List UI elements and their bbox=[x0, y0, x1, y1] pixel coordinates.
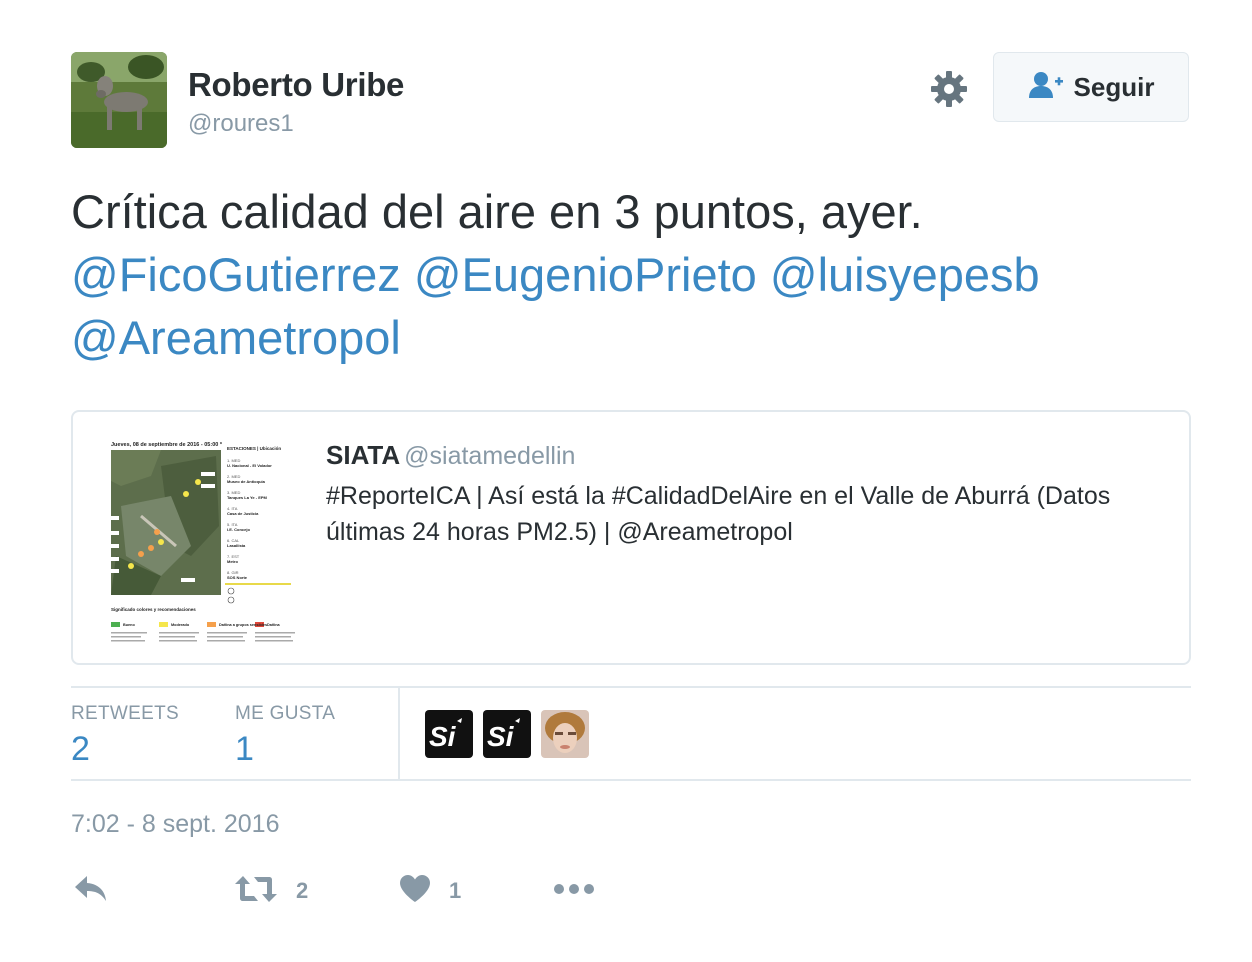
stations-header: ESTACIONES | Ubicación bbox=[227, 446, 281, 451]
retweets-label[interactable]: RETWEETS bbox=[71, 703, 179, 725]
tweet-text: Crítica calidad del aire en 3 puntos, ay… bbox=[71, 180, 1201, 369]
follow-label: Seguir bbox=[1073, 71, 1155, 102]
quoted-author-handle: @siatamedellin bbox=[404, 442, 576, 470]
retweeter-avatar[interactable]: Si bbox=[483, 710, 531, 758]
station-place: I.E. Concejo bbox=[227, 527, 250, 532]
quoted-tweet-card[interactable]: Jueves, 08 de septiembre de 2016 - 05:00… bbox=[71, 410, 1191, 665]
section-title: Significado colores y recomendaciones bbox=[111, 607, 196, 612]
svg-text:Si: Si bbox=[429, 721, 457, 752]
station-place: U. Nacional - El Volador bbox=[227, 463, 272, 468]
legend-label: Dañina bbox=[267, 623, 281, 627]
quoted-author-name: SIATA bbox=[326, 440, 401, 470]
likes-label[interactable]: ME GUSTA bbox=[235, 703, 335, 725]
more-icon[interactable] bbox=[553, 880, 595, 903]
retweet-icon[interactable] bbox=[234, 874, 278, 909]
like-count[interactable]: 1 bbox=[449, 878, 461, 904]
divider bbox=[398, 688, 400, 779]
liker-avatar[interactable] bbox=[541, 710, 589, 758]
quoted-tweet-text: #ReporteICA | Así está la #CalidadDelAir… bbox=[326, 482, 1111, 546]
divider bbox=[71, 779, 1191, 781]
follow-button[interactable]: Seguir bbox=[993, 52, 1189, 122]
heart-icon[interactable] bbox=[398, 873, 432, 908]
retweet-count[interactable]: 2 bbox=[296, 878, 308, 904]
tweet-body: Crítica calidad del aire en 3 puntos, ay… bbox=[71, 185, 923, 238]
author-handle[interactable]: @roures1 bbox=[188, 110, 294, 138]
station-place: Tanques La Ye - EPM bbox=[227, 495, 268, 500]
mention-link[interactable]: @Areametropol bbox=[71, 311, 401, 364]
legend-label: Dañina a grupos sensibles bbox=[219, 623, 267, 627]
author-name[interactable]: Roberto Uribe bbox=[188, 66, 404, 104]
tweet-timestamp[interactable]: 7:02 - 8 sept. 2016 bbox=[71, 810, 279, 839]
add-user-icon bbox=[1028, 71, 1064, 104]
reply-icon[interactable] bbox=[73, 874, 109, 909]
legend-label: Moderado bbox=[171, 623, 190, 627]
likes-count[interactable]: 1 bbox=[235, 730, 254, 769]
gear-icon[interactable] bbox=[929, 69, 969, 109]
station-place: Lasallista bbox=[227, 543, 246, 548]
mention-link[interactable]: @luisyepesb bbox=[770, 248, 1040, 301]
mention-link[interactable]: @EugenioPrieto bbox=[414, 248, 757, 301]
svg-text:Si: Si bbox=[487, 721, 515, 752]
quoted-author[interactable]: SIATA @siatamedellin bbox=[326, 440, 575, 471]
retweets-count[interactable]: 2 bbox=[71, 730, 90, 769]
retweeter-avatar[interactable]: Si bbox=[425, 710, 473, 758]
station-place: Museo de Antioquia bbox=[227, 479, 266, 484]
quoted-tweet-image[interactable]: Jueves, 08 de septiembre de 2016 - 05:00… bbox=[101, 436, 301, 644]
author-avatar[interactable] bbox=[71, 52, 167, 148]
station-place: Metro bbox=[227, 559, 238, 564]
mention-link[interactable]: @FicoGutierrez bbox=[71, 248, 401, 301]
station-place: Casa de Justicia bbox=[227, 511, 259, 516]
station-place: SOS Norte bbox=[227, 575, 248, 580]
report-title: Jueves, 08 de septiembre de 2016 - 05:00… bbox=[111, 442, 223, 448]
divider bbox=[71, 686, 1191, 688]
legend-label: Bueno bbox=[123, 623, 135, 627]
